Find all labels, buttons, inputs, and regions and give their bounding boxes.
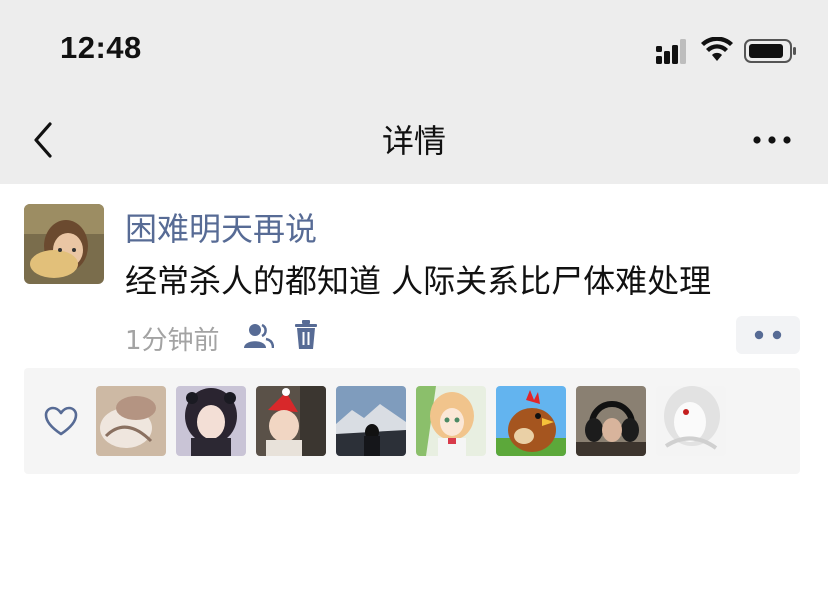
heart-icon: [44, 406, 78, 436]
liker-avatar[interactable]: [416, 386, 486, 456]
liker-avatar[interactable]: [96, 386, 166, 456]
liker-avatar[interactable]: [256, 386, 326, 456]
liker-avatar[interactable]: [496, 386, 566, 456]
wifi-icon: [701, 37, 733, 61]
status-time: 12:48: [60, 30, 142, 65]
battery-icon: [744, 39, 796, 63]
comment-like-options-button[interactable]: [736, 316, 800, 354]
post-timestamp: 1分钟前: [125, 326, 220, 356]
cellular-signal-icon: [656, 39, 686, 64]
friends-visibility-icon[interactable]: [242, 322, 274, 350]
liker-avatar[interactable]: [336, 386, 406, 456]
more-icon[interactable]: [752, 130, 792, 150]
two-dots-icon: [754, 330, 782, 340]
liker-avatar[interactable]: [576, 386, 646, 456]
post-text: 经常杀人的都知道 人际关系比尸体难处理: [125, 262, 712, 300]
page-title: 详情: [381, 122, 446, 160]
likes-panel: [24, 368, 800, 474]
liker-avatar[interactable]: [656, 386, 726, 456]
liker-avatar[interactable]: [176, 386, 246, 456]
delete-icon[interactable]: [294, 320, 318, 350]
avatar[interactable]: [24, 204, 104, 284]
post-username[interactable]: 困难明天再说: [125, 204, 317, 250]
